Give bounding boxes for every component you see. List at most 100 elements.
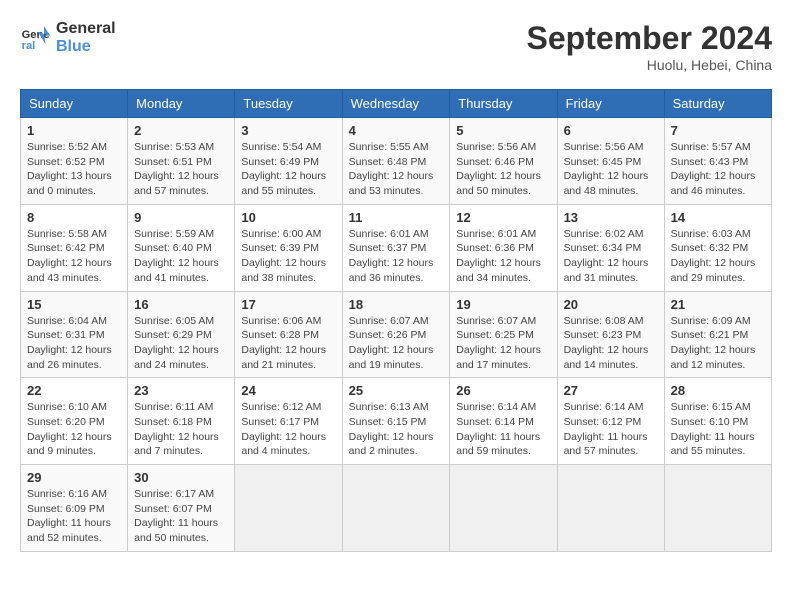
day-number: 4 (349, 123, 444, 138)
day-detail: Sunrise: 5:55 AM Sunset: 6:48 PM Dayligh… (349, 140, 444, 199)
title-block: September 2024 Huolu, Hebei, China (527, 20, 772, 73)
month-title: September 2024 (527, 20, 772, 57)
calendar-day-14: 14Sunrise: 6:03 AM Sunset: 6:32 PM Dayli… (664, 204, 771, 291)
day-number: 14 (671, 210, 765, 225)
logo-subtext: Blue (56, 38, 116, 56)
logo-icon: Gene ral (20, 22, 52, 54)
day-number: 10 (241, 210, 335, 225)
calendar-day-8: 8 Sunrise: 5:58 AM Sunset: 6:42 PM Daylig… (21, 204, 128, 291)
calendar-day-4: 4 Sunrise: 5:55 AM Sunset: 6:48 PM Daylig… (342, 118, 450, 205)
day-number: 29 (27, 470, 121, 485)
location: Huolu, Hebei, China (527, 57, 772, 73)
weekday-header-tuesday: Tuesday (235, 90, 342, 118)
day-detail: Sunrise: 5:56 AM Sunset: 6:46 PM Dayligh… (456, 140, 550, 199)
weekday-header-thursday: Thursday (450, 90, 557, 118)
calendar-day-27: 27 Sunrise: 6:14 AM Sunset: 6:12 PM Dayli… (557, 378, 664, 465)
day-number: 6 (564, 123, 658, 138)
calendar-day-28: 28 Sunrise: 6:15 AM Sunset: 6:10 PM Dayli… (664, 378, 771, 465)
page-header: Gene ral General Blue September 2024 Huo… (20, 20, 772, 73)
day-detail: Sunrise: 5:54 AM Sunset: 6:49 PM Dayligh… (241, 140, 335, 199)
calendar-day-1: 1 Sunrise: 5:52 AM Sunset: 6:52 PM Daylig… (21, 118, 128, 205)
weekday-header-wednesday: Wednesday (342, 90, 450, 118)
calendar-week-1: 1 Sunrise: 5:52 AM Sunset: 6:52 PM Daylig… (21, 118, 772, 205)
day-number: 16 (134, 297, 228, 312)
calendar-day-12: 12Sunrise: 6:01 AM Sunset: 6:36 PM Dayli… (450, 204, 557, 291)
calendar-day-30: 30 Sunrise: 6:17 AM Sunset: 6:07 PM Dayli… (128, 465, 235, 552)
day-detail: Sunrise: 5:57 AM Sunset: 6:43 PM Dayligh… (671, 140, 765, 199)
weekday-header-friday: Friday (557, 90, 664, 118)
calendar-day-11: 11Sunrise: 6:01 AM Sunset: 6:37 PM Dayli… (342, 204, 450, 291)
day-number: 2 (134, 123, 228, 138)
weekday-header-saturday: Saturday (664, 90, 771, 118)
calendar-day-3: 3 Sunrise: 5:54 AM Sunset: 6:49 PM Daylig… (235, 118, 342, 205)
day-number: 3 (241, 123, 335, 138)
calendar-day-15: 15 Sunrise: 6:04 AM Sunset: 6:31 PM Dayli… (21, 291, 128, 378)
weekday-header-monday: Monday (128, 90, 235, 118)
day-number: 9 (134, 210, 228, 225)
day-number: 5 (456, 123, 550, 138)
day-detail: Sunrise: 6:07 AM Sunset: 6:26 PM Dayligh… (349, 314, 444, 373)
calendar-day-6: 6 Sunrise: 5:56 AM Sunset: 6:45 PM Daylig… (557, 118, 664, 205)
day-detail: Sunrise: 6:15 AM Sunset: 6:10 PM Dayligh… (671, 400, 765, 459)
day-detail: Sunrise: 6:07 AM Sunset: 6:25 PM Dayligh… (456, 314, 550, 373)
day-number: 17 (241, 297, 335, 312)
calendar-day-16: 16Sunrise: 6:05 AM Sunset: 6:29 PM Dayli… (128, 291, 235, 378)
calendar-week-3: 15 Sunrise: 6:04 AM Sunset: 6:31 PM Dayli… (21, 291, 772, 378)
day-number: 27 (564, 383, 658, 398)
calendar-day-18: 18 Sunrise: 6:07 AM Sunset: 6:26 PM Dayli… (342, 291, 450, 378)
day-number: 23 (134, 383, 228, 398)
day-number: 1 (27, 123, 121, 138)
day-detail: Sunrise: 6:08 AM Sunset: 6:23 PM Dayligh… (564, 314, 658, 373)
day-detail: Sunrise: 6:01 AM Sunset: 6:37 PM Dayligh… (349, 227, 444, 286)
weekday-header-sunday: Sunday (21, 90, 128, 118)
day-detail: Sunrise: 5:52 AM Sunset: 6:52 PM Dayligh… (27, 140, 121, 199)
empty-cell (450, 465, 557, 552)
day-detail: Sunrise: 6:04 AM Sunset: 6:31 PM Dayligh… (27, 314, 121, 373)
day-number: 8 (27, 210, 121, 225)
calendar-week-4: 22Sunrise: 6:10 AM Sunset: 6:20 PM Dayli… (21, 378, 772, 465)
day-number: 28 (671, 383, 765, 398)
empty-cell (664, 465, 771, 552)
day-number: 24 (241, 383, 335, 398)
day-number: 15 (27, 297, 121, 312)
calendar-day-25: 25 Sunrise: 6:13 AM Sunset: 6:15 PM Dayli… (342, 378, 450, 465)
day-number: 12 (456, 210, 550, 225)
day-number: 21 (671, 297, 765, 312)
day-number: 7 (671, 123, 765, 138)
day-detail: Sunrise: 6:00 AM Sunset: 6:39 PM Dayligh… (241, 227, 335, 286)
day-number: 13 (564, 210, 658, 225)
calendar-day-10: 10 Sunrise: 6:00 AM Sunset: 6:39 PM Dayli… (235, 204, 342, 291)
day-number: 25 (349, 383, 444, 398)
day-number: 20 (564, 297, 658, 312)
day-detail: Sunrise: 6:14 AM Sunset: 6:14 PM Dayligh… (456, 400, 550, 459)
day-detail: Sunrise: 6:06 AM Sunset: 6:28 PM Dayligh… (241, 314, 335, 373)
day-number: 30 (134, 470, 228, 485)
day-number: 26 (456, 383, 550, 398)
calendar-day-23: 23 Sunrise: 6:11 AM Sunset: 6:18 PM Dayli… (128, 378, 235, 465)
day-number: 18 (349, 297, 444, 312)
empty-cell (557, 465, 664, 552)
day-detail: Sunrise: 5:58 AM Sunset: 6:42 PM Dayligh… (27, 227, 121, 286)
calendar-day-2: 2Sunrise: 5:53 AM Sunset: 6:51 PM Daylig… (128, 118, 235, 205)
calendar-week-2: 8 Sunrise: 5:58 AM Sunset: 6:42 PM Daylig… (21, 204, 772, 291)
calendar-header-row: SundayMondayTuesdayWednesdayThursdayFrid… (21, 90, 772, 118)
day-detail: Sunrise: 6:14 AM Sunset: 6:12 PM Dayligh… (564, 400, 658, 459)
calendar-day-17: 17 Sunrise: 6:06 AM Sunset: 6:28 PM Dayli… (235, 291, 342, 378)
logo-text: General (56, 20, 116, 38)
calendar-day-7: 7 Sunrise: 5:57 AM Sunset: 6:43 PM Daylig… (664, 118, 771, 205)
day-detail: Sunrise: 6:17 AM Sunset: 6:07 PM Dayligh… (134, 487, 228, 546)
calendar-day-19: 19Sunrise: 6:07 AM Sunset: 6:25 PM Dayli… (450, 291, 557, 378)
svg-text:ral: ral (22, 40, 36, 52)
calendar-day-22: 22Sunrise: 6:10 AM Sunset: 6:20 PM Dayli… (21, 378, 128, 465)
day-detail: Sunrise: 6:10 AM Sunset: 6:20 PM Dayligh… (27, 400, 121, 459)
day-detail: Sunrise: 6:13 AM Sunset: 6:15 PM Dayligh… (349, 400, 444, 459)
empty-cell (235, 465, 342, 552)
day-detail: Sunrise: 5:56 AM Sunset: 6:45 PM Dayligh… (564, 140, 658, 199)
calendar-day-5: 5 Sunrise: 5:56 AM Sunset: 6:46 PM Daylig… (450, 118, 557, 205)
day-detail: Sunrise: 6:11 AM Sunset: 6:18 PM Dayligh… (134, 400, 228, 459)
day-detail: Sunrise: 5:59 AM Sunset: 6:40 PM Dayligh… (134, 227, 228, 286)
empty-cell (342, 465, 450, 552)
day-detail: Sunrise: 6:16 AM Sunset: 6:09 PM Dayligh… (27, 487, 121, 546)
calendar-day-13: 13Sunrise: 6:02 AM Sunset: 6:34 PM Dayli… (557, 204, 664, 291)
day-detail: Sunrise: 6:12 AM Sunset: 6:17 PM Dayligh… (241, 400, 335, 459)
